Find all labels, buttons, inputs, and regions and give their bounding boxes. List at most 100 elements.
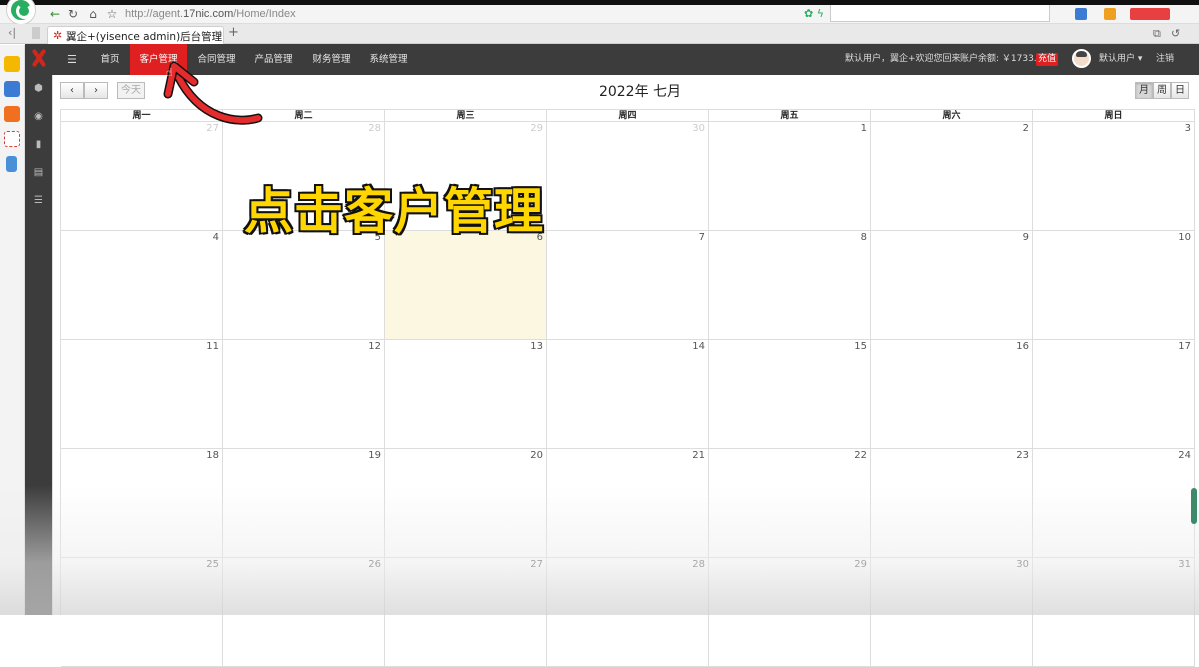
- day-number: 13: [530, 341, 543, 352]
- view-day-button[interactable]: 日: [1171, 82, 1189, 99]
- calendar-day[interactable]: 13: [385, 340, 547, 449]
- weekday-header: 周日: [1033, 109, 1195, 122]
- doc-icon[interactable]: [32, 27, 40, 39]
- user-name: 默认用户: [1099, 54, 1136, 64]
- extension-icon[interactable]: [1075, 8, 1087, 20]
- tutorial-caption: 点击客户管理: [242, 182, 545, 242]
- calendar-day[interactable]: 17: [1033, 340, 1195, 449]
- day-number: 26: [368, 559, 381, 570]
- search-input[interactable]: [830, 5, 1050, 22]
- calendar-day[interactable]: 9: [871, 231, 1033, 340]
- calendar-grid: 周一 周二 周三 周四 周五 周六 周日 27 28 29 30 1 2 3 4 5 6 7 8 9 10 11 12 13 1…: [60, 109, 1195, 667]
- day-number: 19: [368, 450, 381, 461]
- day-number: 3: [1184, 123, 1191, 134]
- calendar-day[interactable]: 22: [709, 449, 871, 558]
- sidebar-toggle-icon[interactable]: ‹|: [8, 26, 16, 39]
- target-icon[interactable]: [4, 131, 20, 147]
- menu-icon[interactable]: ☰: [67, 53, 77, 66]
- day-number: 27: [530, 559, 543, 570]
- calendar-day[interactable]: 21: [547, 449, 709, 558]
- undo-icon[interactable]: ↺: [1171, 27, 1180, 40]
- extension-icon[interactable]: [1104, 8, 1116, 20]
- calendar-day[interactable]: 12: [223, 340, 385, 449]
- home-icon[interactable]: ⌂: [86, 6, 100, 22]
- day-number: 31: [1178, 559, 1191, 570]
- calendar-day[interactable]: 1: [709, 122, 871, 231]
- calendar-day[interactable]: 4: [61, 231, 223, 340]
- calendar-day[interactable]: 2: [871, 122, 1033, 231]
- day-number: 30: [692, 123, 705, 134]
- back-icon[interactable]: ←: [48, 6, 62, 22]
- calendar-day[interactable]: 5: [223, 231, 385, 340]
- weibo-icon[interactable]: [4, 106, 20, 122]
- calendar-day[interactable]: 10: [1033, 231, 1195, 340]
- yen-icon[interactable]: ◉: [32, 110, 45, 123]
- nav-item-home[interactable]: 首页: [90, 44, 130, 75]
- calendar-day[interactable]: 16: [871, 340, 1033, 449]
- document-icon[interactable]: [6, 156, 17, 172]
- calendar-day-today[interactable]: 6: [385, 231, 547, 340]
- recharge-button[interactable]: 充值: [1036, 53, 1059, 66]
- nav-item-finance[interactable]: 财务管理: [303, 44, 360, 75]
- day-number: 14: [692, 341, 705, 352]
- view-month-button[interactable]: 月: [1135, 82, 1153, 99]
- calendar-day[interactable]: 3: [1033, 122, 1195, 231]
- report-icon[interactable]: ▤: [32, 166, 45, 179]
- annotation-arrow-icon: [163, 61, 263, 125]
- favorites-icon[interactable]: [4, 56, 20, 72]
- calendar-day[interactable]: 7: [547, 231, 709, 340]
- calendar-day[interactable]: 28: [547, 558, 709, 667]
- weekday-header: 周六: [871, 109, 1033, 122]
- calendar-day[interactable]: 30: [871, 558, 1033, 667]
- day-number: 11: [206, 341, 219, 352]
- calendar-day[interactable]: 11: [61, 340, 223, 449]
- calendar-day[interactable]: 18: [61, 449, 223, 558]
- browser-logo-icon[interactable]: [7, 0, 35, 24]
- day-number: 29: [854, 559, 867, 570]
- weekday-header: 周五: [709, 109, 871, 122]
- day-number: 24: [1178, 450, 1191, 461]
- security-icon: ✿ ϟ: [804, 7, 824, 20]
- calendar-day[interactable]: 25: [61, 558, 223, 667]
- restore-icon[interactable]: ⧉: [1153, 27, 1161, 41]
- calendar-day[interactable]: 26: [223, 558, 385, 667]
- calendar-day[interactable]: 19: [223, 449, 385, 558]
- cube-icon[interactable]: ⬢: [32, 82, 45, 95]
- calendar-day[interactable]: 27: [385, 558, 547, 667]
- new-tab-icon[interactable]: +: [228, 25, 239, 40]
- day-number: 23: [1016, 450, 1029, 461]
- refresh-icon[interactable]: ↻: [66, 6, 80, 22]
- calendar-day[interactable]: 15: [709, 340, 871, 449]
- user-menu[interactable]: 默认用户 ▾: [1099, 44, 1142, 75]
- calendar-day[interactable]: 23: [871, 449, 1033, 558]
- settings-icon[interactable]: ☰: [32, 194, 45, 207]
- next-month-button[interactable]: ›: [84, 82, 108, 99]
- calendar-day[interactable]: 8: [709, 231, 871, 340]
- apps-icon[interactable]: [4, 81, 20, 97]
- calendar-day[interactable]: 14: [547, 340, 709, 449]
- calendar-day[interactable]: 27: [61, 122, 223, 231]
- day-number: 16: [1016, 341, 1029, 352]
- main-content: ‹ › 今天 2022年 七月 月 周 日 周一 周二 周三 周四 周五 周六 周日 27 28…: [52, 75, 1199, 667]
- close-icon[interactable]: ✕: [214, 29, 222, 40]
- day-number: 22: [854, 450, 867, 461]
- logout-link[interactable]: 注销: [1156, 44, 1174, 75]
- calendar-day[interactable]: 24: [1033, 449, 1195, 558]
- scrollbar-thumb[interactable]: [1191, 488, 1197, 524]
- today-button[interactable]: 今天: [117, 82, 145, 99]
- calendar-day[interactable]: 30: [547, 122, 709, 231]
- calendar-day[interactable]: 29: [709, 558, 871, 667]
- day-number: 29: [530, 123, 543, 134]
- star-icon[interactable]: ☆: [105, 6, 119, 22]
- extension-icon[interactable]: [1130, 8, 1170, 20]
- nav-item-system[interactable]: 系统管理: [360, 44, 417, 75]
- calendar-day[interactable]: 20: [385, 449, 547, 558]
- browser-tab[interactable]: ✲ 翼企+(yisence admin)后台管理 ✕: [47, 26, 224, 44]
- avatar[interactable]: [1072, 49, 1091, 68]
- weekday-header: 周三: [385, 109, 547, 122]
- view-week-button[interactable]: 周: [1153, 82, 1171, 99]
- url-field[interactable]: http://agent.17nic.com/Home/Index: [125, 7, 296, 22]
- calendar-day[interactable]: 31: [1033, 558, 1195, 667]
- chart-icon[interactable]: ▮: [32, 138, 45, 151]
- prev-month-button[interactable]: ‹: [60, 82, 84, 99]
